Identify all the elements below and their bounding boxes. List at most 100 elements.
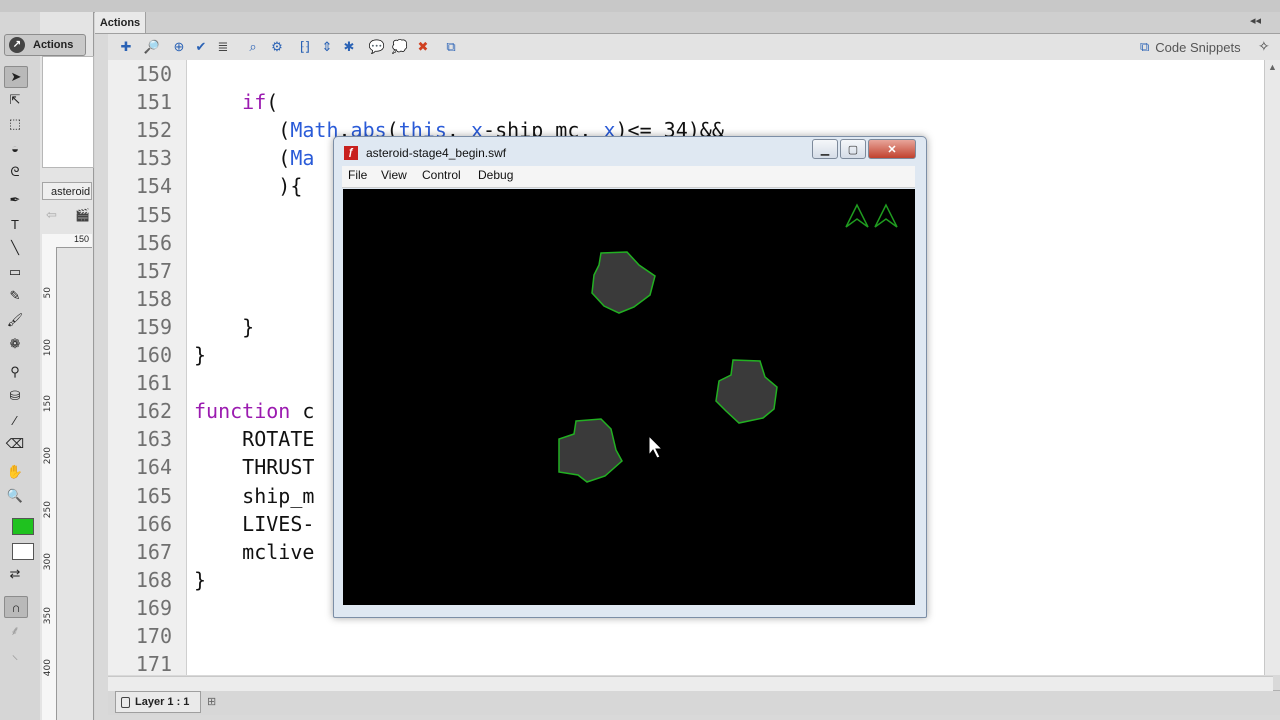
line-number: 162 [135, 399, 172, 424]
code-hint-icon[interactable]: ⌕ [244, 38, 262, 56]
code-line: } [194, 343, 207, 367]
collapse-braces-icon[interactable]: ⁅⁆ [296, 38, 314, 56]
line-number: 166 [135, 511, 172, 536]
expand-all-icon[interactable]: ✱ [340, 38, 358, 56]
life-ship-icon [874, 203, 898, 228]
line-number: 171 [135, 652, 172, 677]
subselection-tool-icon[interactable]: ⇱ [4, 90, 26, 110]
debug-options-icon[interactable]: ⚙ [268, 38, 286, 56]
minimize-button[interactable]: ▁ [812, 139, 838, 159]
line-number: 159 [135, 314, 172, 339]
editor-vertical-scrollbar[interactable]: ▲ [1264, 60, 1280, 675]
line-number: 161 [135, 371, 172, 396]
deco-tool-icon[interactable]: ❁ [4, 334, 26, 354]
scene-icon[interactable]: 🎬 [75, 208, 90, 222]
actions-panel-button[interactable]: ↗ Actions [4, 34, 86, 56]
code-line: LIVES- [194, 511, 315, 536]
ruler-label: 50 [43, 287, 53, 299]
fill-color-swatch[interactable] [12, 543, 34, 560]
zoom-tool-icon[interactable]: 🔍 [4, 486, 26, 506]
pencil-tool-icon[interactable]: ✎ [4, 286, 26, 306]
straighten-icon: ⸜ [11, 647, 19, 662]
code-line: if( [242, 90, 279, 115]
bone-tool-icon[interactable]: ⚲ [4, 362, 26, 382]
code-snippets-icon: ⧉ [1140, 39, 1150, 54]
add-statement-icon[interactable]: ✚ [117, 38, 135, 56]
code-line: } [194, 314, 255, 339]
close-button[interactable]: ✕ [868, 139, 916, 159]
tools-panel: ↗ Actions ➤ ⇱ ⬚ ◒ ᘓ ✒ T ╲ ▭ ✎ 🖌 ❁ ⚲ ⛁ ⁄ … [0, 12, 86, 720]
ruler-label: 400 [43, 659, 53, 677]
menu-view[interactable]: View [381, 168, 407, 182]
layer-icon [121, 696, 130, 708]
swf-window-titlebar[interactable]: ƒ asteroid-stage4_begin.swf [340, 141, 780, 165]
back-arrow-icon: ⇦ [46, 207, 57, 222]
line-number: 157 [135, 258, 172, 283]
help-icon[interactable]: ✧ [1258, 38, 1270, 55]
stroke-color-swatch[interactable] [12, 518, 34, 535]
remove-comment-icon[interactable]: ✖ [414, 38, 432, 56]
line-number: 150 [135, 62, 172, 86]
code-line: function c [194, 399, 315, 424]
collapse-panel-icon[interactable]: ◂◂ [1250, 14, 1261, 27]
ruler-label: 150 [43, 395, 53, 413]
ruler-label: 250 [43, 501, 53, 519]
flash-player-icon: ƒ [344, 146, 358, 160]
collapse-selection-icon[interactable]: ⇕ [318, 38, 336, 56]
menu-debug[interactable]: Debug [478, 168, 513, 182]
paint-bucket-tool-icon[interactable]: ⛁ [4, 386, 26, 406]
apply-block-comment-icon[interactable]: 💬 [368, 38, 386, 56]
library-tab[interactable]: asteroid [42, 182, 92, 200]
layer-tab[interactable]: Layer 1 : 1 [115, 691, 201, 713]
free-transform-tool-icon[interactable]: ⬚ [4, 114, 26, 134]
swap-colors-icon[interactable]: ⇄ [4, 564, 26, 584]
maximize-button[interactable]: ▢ [840, 139, 866, 159]
life-ship-icon [845, 203, 869, 228]
menu-control[interactable]: Control [422, 168, 461, 182]
code-line: THRUST [194, 455, 315, 480]
eyedropper-tool-icon[interactable]: ⁄ [4, 410, 26, 430]
line-number: 163 [135, 427, 172, 452]
eraser-tool-icon[interactable]: ⌫ [4, 434, 26, 454]
apply-line-comment-icon[interactable]: 💭 [391, 38, 409, 56]
asteroid [558, 418, 623, 483]
find-icon[interactable]: 🔎 [143, 38, 161, 56]
check-syntax-icon[interactable]: ✔ [192, 38, 210, 56]
snap-magnet-icon[interactable]: ∩ [4, 596, 28, 618]
hand-tool-icon[interactable]: ✋ [4, 462, 26, 482]
line-tool-icon[interactable]: ╲ [4, 238, 26, 258]
smooth-icon: ⸙ [10, 623, 20, 638]
lasso-tool-icon[interactable]: ᘓ [4, 162, 26, 182]
code-line: ROTATE [194, 427, 315, 452]
scroll-up-icon[interactable]: ▲ [1268, 62, 1277, 72]
actions-toolbar: ✚ 🔎 ⊕ ✔ ≣ ⌕ ⚙ ⁅⁆ ⇕ ✱ 💬 💭 ✖ ⧉ ⧉ Code Snip… [108, 34, 1280, 61]
line-number: 155 [135, 202, 172, 227]
editor-horizontal-scrollbar[interactable] [108, 676, 1273, 691]
code-snippets-button[interactable]: ⧉ Code Snippets [1140, 39, 1241, 55]
text-tool-icon[interactable]: T [4, 214, 26, 234]
pen-tool-icon[interactable]: ✒ [4, 190, 26, 210]
rectangle-tool-icon[interactable]: ▭ [4, 262, 26, 282]
line-number: 152 [135, 118, 172, 143]
pin-script-icon[interactable]: ⊞ [207, 695, 216, 708]
code-line: ship_m [194, 483, 315, 508]
line-number: 160 [135, 343, 172, 367]
actions-icon: ↗ [9, 37, 25, 53]
ruler-label: 100 [43, 339, 53, 357]
menu-file[interactable]: File [348, 168, 367, 182]
insert-target-path-icon[interactable]: ⊕ [170, 38, 188, 56]
line-number: 153 [135, 146, 172, 171]
show-hide-toolbox-icon[interactable]: ⧉ [442, 38, 460, 56]
layer-label: Layer 1 : 1 [135, 696, 190, 708]
selection-tool-icon[interactable]: ➤ [4, 66, 28, 88]
line-number: 169 [135, 595, 172, 620]
auto-format-icon[interactable]: ≣ [214, 38, 232, 56]
code-snippets-label: Code Snippets [1155, 39, 1241, 55]
tab-actions[interactable]: Actions [95, 12, 146, 33]
3d-rotation-tool-icon[interactable]: ◒ [4, 138, 26, 158]
game-stage[interactable] [343, 189, 915, 605]
horizontal-ruler: 150 [42, 234, 92, 248]
brush-tool-icon[interactable]: 🖌 [4, 310, 26, 330]
ruler-top-value: 150 [73, 234, 89, 244]
line-number: 170 [135, 624, 172, 648]
